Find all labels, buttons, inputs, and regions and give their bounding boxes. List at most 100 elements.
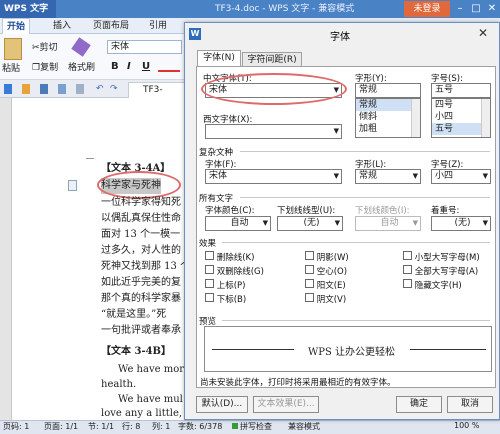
checkbox-label: 删除线(K) <box>216 253 255 263</box>
document-tab[interactable]: TF3-4.doc <box>128 82 188 109</box>
hidden-checkbox[interactable]: 隐藏文字(H) <box>403 279 462 291</box>
style-input[interactable]: 常规 <box>355 83 421 98</box>
effects-section-title: 效果 <box>199 239 217 249</box>
chevron-down-icon: ▼ <box>482 172 488 180</box>
minimize-icon[interactable]: – <box>452 0 468 18</box>
status-page: 页码: 1 <box>3 422 30 431</box>
underline-type-value: (无) <box>303 218 320 228</box>
scrollbar[interactable] <box>481 99 490 137</box>
font-color-combo[interactable]: 自动 ▼ <box>205 216 271 231</box>
chevron-down-icon: ▼ <box>333 127 339 135</box>
copy-button[interactable]: ❐复制 <box>32 62 58 74</box>
size-list[interactable]: 四号 小四 五号 <box>431 98 491 138</box>
window-title: TF3-4.doc - WPS 文字 - 兼容模式 <box>215 4 355 14</box>
complex-section-title: 复杂文种 <box>199 148 234 158</box>
font-color-icon[interactable] <box>158 62 180 72</box>
small-caps-checkbox[interactable]: 小型大写字母(M) <box>403 251 480 263</box>
complex-font-value: 宋体 <box>209 171 228 181</box>
format-painter-button[interactable]: 格式刷 <box>68 62 95 74</box>
checkbox-label: 空心(O) <box>316 267 348 277</box>
superscript-checkbox[interactable]: 上标(P) <box>205 279 245 291</box>
checkbox-label: 下标(B) <box>216 295 247 305</box>
close-icon[interactable]: ✕ <box>484 0 500 18</box>
open-icon[interactable] <box>22 84 30 94</box>
cut-button[interactable]: ✂剪切 <box>32 42 58 54</box>
italic-button[interactable]: I <box>127 61 131 72</box>
preview-baseline-right <box>410 349 486 350</box>
underline-type-combo[interactable]: (无) ▼ <box>277 216 343 231</box>
status-section: 节: 1/1 <box>88 422 115 431</box>
doc-line: 死神又找到那 13 个 <box>101 261 191 272</box>
paste-label[interactable]: 粘贴 <box>2 63 20 75</box>
underline-color-label: 下划线颜色(I): <box>355 206 410 216</box>
maximize-icon[interactable]: □ <box>468 0 484 18</box>
size-input[interactable]: 五号 <box>431 83 491 98</box>
redo-icon[interactable]: ↷ <box>110 84 118 94</box>
preview-icon[interactable] <box>76 84 84 94</box>
emphasis-combo[interactable]: (无) ▼ <box>431 216 491 231</box>
chevron-down-icon: ▼ <box>334 219 340 227</box>
tab-font[interactable]: 字体(N) <box>197 50 241 67</box>
style-list[interactable]: 常规 倾斜 加粗 <box>355 98 421 138</box>
underline-button[interactable]: U <box>142 61 150 72</box>
tab-home[interactable]: 开始 <box>2 18 30 34</box>
save-icon[interactable] <box>40 84 48 94</box>
font-color-label: 字体颜色(C): <box>205 206 255 216</box>
doc-line: 以偶乱真保住性命 <box>101 213 181 224</box>
all-text-section-title: 所有文字 <box>199 194 234 204</box>
checkbox-label: 小型大写字母(M) <box>414 253 480 263</box>
checkbox-box <box>305 251 314 260</box>
west-font-combo[interactable]: ▼ <box>205 124 342 139</box>
emboss-checkbox[interactable]: 阳文(E) <box>305 279 346 291</box>
dialog-title: 字体 <box>330 32 350 43</box>
checkbox-box <box>305 279 314 288</box>
login-button[interactable]: 未登录 <box>404 1 450 17</box>
ok-button[interactable]: 确定 <box>396 396 442 413</box>
preview-text: WPS 让办公更轻松 <box>308 347 396 358</box>
tab-references[interactable]: 引用 <box>144 18 172 34</box>
undo-icon[interactable]: ↶ <box>96 84 104 94</box>
complex-style-value: 常规 <box>359 171 378 181</box>
tab-char-spacing[interactable]: 字符间距(R) <box>242 52 302 67</box>
subscript-checkbox[interactable]: 下标(B) <box>205 293 246 305</box>
strikethrough-checkbox[interactable]: 删除线(K) <box>205 251 254 263</box>
wps-menu-button[interactable]: WPS 文字 <box>0 0 56 18</box>
shadow-checkbox[interactable]: 阴影(W) <box>305 251 349 263</box>
tab-page-layout[interactable]: 页面布局 <box>88 18 134 34</box>
scrollbar[interactable] <box>411 99 420 137</box>
annotation-circle <box>201 73 347 105</box>
default-button[interactable]: 默认(D)... <box>196 396 248 413</box>
checkbox-box <box>403 265 412 274</box>
all-caps-checkbox[interactable]: 全部大写字母(A) <box>403 265 478 277</box>
vertical-ruler <box>0 98 12 420</box>
spell-check-toggle[interactable]: 拼写检查 <box>232 421 272 432</box>
doc-line: “就是这里。”死 <box>101 309 167 320</box>
checkbox-box <box>205 251 214 260</box>
paragraph-icon <box>68 180 77 191</box>
complex-size-combo[interactable]: 小四 ▼ <box>431 169 491 184</box>
divider <box>222 320 490 321</box>
new-doc-icon[interactable] <box>4 84 12 94</box>
engrave-checkbox[interactable]: 阴文(V) <box>305 293 346 305</box>
checkbox-label: 双删除线(G) <box>216 267 264 277</box>
complex-style-combo[interactable]: 常规 ▼ <box>355 169 421 184</box>
dialog-close-icon[interactable]: ✕ <box>478 26 488 40</box>
copy-icon: ❐ <box>32 63 41 73</box>
tab-insert[interactable]: 插入 <box>48 18 76 34</box>
paste-icon[interactable] <box>4 38 22 60</box>
checkbox-label: 阳文(E) <box>316 281 346 291</box>
complex-font-combo[interactable]: 宋体 ▼ <box>205 169 342 184</box>
doc-line: 一位科学家得知死 <box>101 197 181 208</box>
print-icon[interactable] <box>58 84 66 94</box>
zoom-level[interactable]: 100 % <box>454 421 479 430</box>
cancel-button[interactable]: 取消 <box>447 396 493 413</box>
chevron-down-icon: ▼ <box>262 219 268 227</box>
checkbox-label: 阴影(W) <box>316 253 349 263</box>
font-name-combo[interactable]: 宋体 <box>107 40 182 54</box>
bold-button[interactable]: B <box>111 61 119 72</box>
preview-note: 尚未安装此字体，打印时将采用最相近的有效字体。 <box>200 378 396 388</box>
chevron-down-icon: ▼ <box>412 172 418 180</box>
outline-checkbox[interactable]: 空心(O) <box>305 265 347 277</box>
spell-check-label: 拼写检查 <box>240 422 272 431</box>
double-strikethrough-checkbox[interactable]: 双删除线(G) <box>205 265 264 277</box>
